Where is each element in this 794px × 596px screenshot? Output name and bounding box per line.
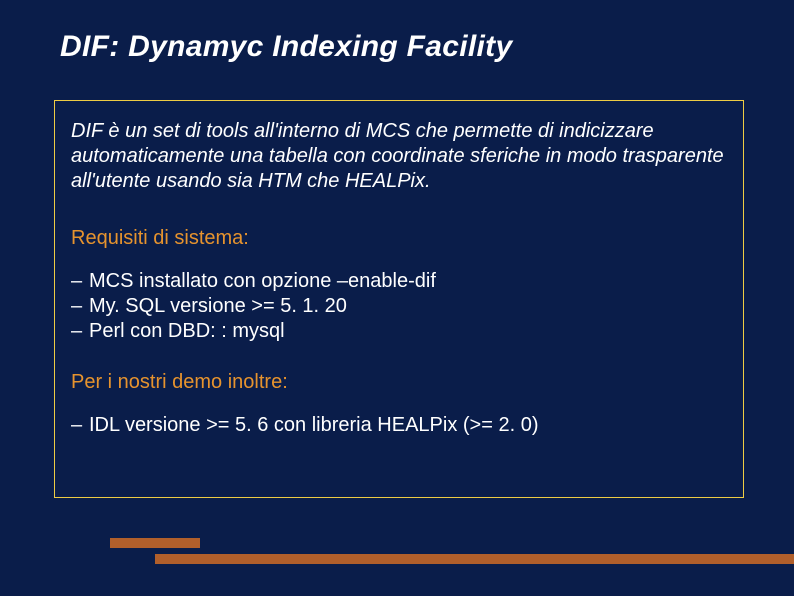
footer-ruler [0, 538, 794, 568]
list-item-text: IDL versione >= 5. 6 con libreria HEALPi… [89, 413, 538, 438]
list-item-text: MCS installato con opzione –enable-dif [89, 269, 436, 294]
demo-label: Per i nostri demo inoltre: [71, 370, 727, 395]
bullet-dash-icon: – [71, 319, 89, 344]
requirements-label: Requisiti di sistema: [71, 226, 727, 251]
ruler-segment-icon [110, 538, 200, 548]
list-item: – IDL versione >= 5. 6 con libreria HEAL… [71, 413, 727, 438]
intro-paragraph: DIF è un set di tools all'interno di MCS… [71, 119, 727, 194]
slide: DIF: Dynamyc Indexing Facility DIF è un … [0, 0, 794, 596]
demo-list: – IDL versione >= 5. 6 con libreria HEAL… [71, 413, 727, 438]
requirements-list: – MCS installato con opzione –enable-dif… [71, 269, 727, 344]
slide-title: DIF: Dynamyc Indexing Facility [60, 30, 512, 64]
bullet-dash-icon: – [71, 294, 89, 319]
bullet-dash-icon: – [71, 413, 89, 438]
list-item: – My. SQL versione >= 5. 1. 20 [71, 294, 727, 319]
content-box: DIF è un set di tools all'interno di MCS… [54, 100, 744, 498]
list-item: – MCS installato con opzione –enable-dif [71, 269, 727, 294]
bullet-dash-icon: – [71, 269, 89, 294]
list-item-text: My. SQL versione >= 5. 1. 20 [89, 294, 347, 319]
list-item-text: Perl con DBD: : mysql [89, 319, 285, 344]
ruler-segment-icon [155, 554, 794, 564]
list-item: – Perl con DBD: : mysql [71, 319, 727, 344]
